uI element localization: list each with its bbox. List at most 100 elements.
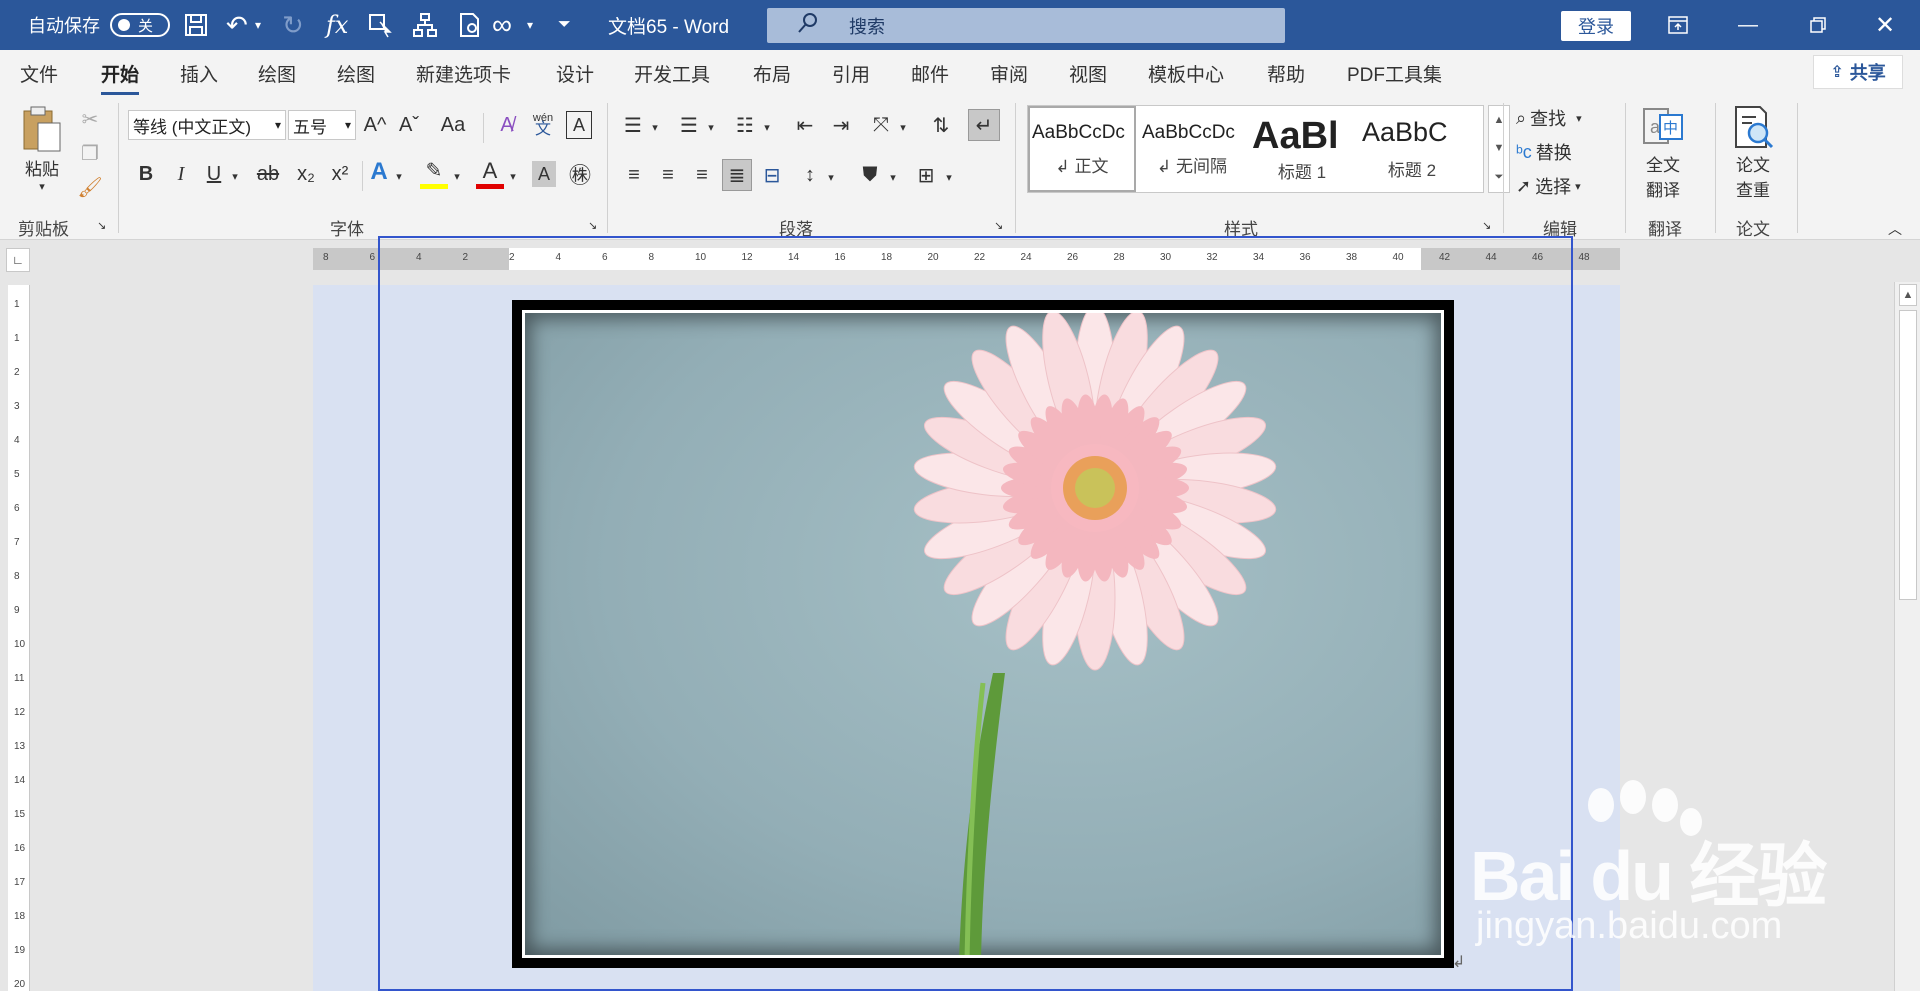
tab-draw[interactable]: 绘图 xyxy=(258,60,296,87)
tab-layout[interactable]: 布局 xyxy=(753,60,791,87)
line-spacing-icon[interactable]: ↕ xyxy=(796,161,824,189)
select-button[interactable]: ➚ 选择 ▾ xyxy=(1516,173,1581,199)
tab-new-tab[interactable]: 新建选项卡 xyxy=(416,60,511,87)
minimize-icon[interactable]: — xyxy=(1713,0,1783,50)
tab-template-center[interactable]: 模板中心 xyxy=(1148,60,1224,87)
clipboard-launcher-icon[interactable]: ↘ xyxy=(97,219,106,232)
bullets-icon[interactable]: ☰ xyxy=(618,111,648,139)
text-effects-icon[interactable]: A xyxy=(366,157,392,187)
decrease-indent-icon[interactable]: ⇤ xyxy=(790,111,820,139)
multilevel-dropdown-icon[interactable]: ▾ xyxy=(760,113,774,141)
subscript-button[interactable]: x₂ xyxy=(292,159,320,189)
clear-formatting-icon[interactable]: A̸ xyxy=(494,111,520,139)
paragraph-launcher-icon[interactable]: ↘ xyxy=(994,219,1003,232)
text-effects-dropdown-icon[interactable]: ▾ xyxy=(392,161,406,191)
font-color-icon[interactable]: A xyxy=(476,157,504,189)
org-chart-icon[interactable] xyxy=(412,0,438,50)
bullets-dropdown-icon[interactable]: ▾ xyxy=(648,113,662,141)
underline-button[interactable]: U xyxy=(202,159,226,189)
login-button[interactable]: 登录 xyxy=(1561,11,1631,41)
vertical-ruler[interactable]: 1 1 2 3 4 5 6 7 8 9 10 11 12 13 14 15 16 17 18 19 20 xyxy=(8,285,30,991)
styles-scroll[interactable]: ▲ ▼ ⏷ xyxy=(1488,105,1510,193)
tab-draw-2[interactable]: 绘图 xyxy=(337,60,375,87)
font-color-dropdown-icon[interactable]: ▾ xyxy=(506,161,520,191)
enclose-characters-icon[interactable]: ㊑ xyxy=(566,159,594,189)
align-left-icon[interactable]: ≡ xyxy=(620,161,648,189)
autosave-switch[interactable]: 关 xyxy=(110,13,170,37)
paper-check-button[interactable]: 论文 查重 xyxy=(1730,105,1776,201)
style-normal[interactable]: AaBbCcDc ↲ 正文 xyxy=(1028,106,1136,192)
multilevel-list-icon[interactable]: ☷ xyxy=(730,111,760,139)
strikethrough-button[interactable]: ab xyxy=(254,159,282,189)
close-icon[interactable]: ✕ xyxy=(1850,0,1920,50)
paste-button[interactable]: 粘贴 ▾ xyxy=(20,105,64,193)
cut-icon[interactable]: ✂ xyxy=(78,107,102,131)
shading-icon[interactable]: ⛊ xyxy=(856,161,884,189)
justify-icon[interactable]: ≣ xyxy=(722,159,752,191)
ribbon-display-icon[interactable] xyxy=(1643,0,1713,50)
tab-selector-icon[interactable]: ∟ xyxy=(6,248,30,272)
infinity-icon[interactable]: ∞ xyxy=(492,0,512,50)
vertical-scrollbar[interactable]: ▲ xyxy=(1894,282,1920,991)
tab-help[interactable]: 帮助 xyxy=(1267,60,1305,87)
scroll-thumb[interactable] xyxy=(1899,310,1917,600)
phonetic-guide-icon[interactable]: wén 文 xyxy=(528,107,558,141)
font-size-dropdown[interactable]: 五号 ▾ xyxy=(288,110,356,140)
tab-review[interactable]: 审阅 xyxy=(990,60,1028,87)
find-button[interactable]: ⌕ 查找 ▾ xyxy=(1516,105,1582,131)
infinity-dropdown-icon[interactable]: ▾ xyxy=(527,0,533,50)
save-icon[interactable] xyxy=(183,0,209,50)
tab-file[interactable]: 文件 xyxy=(20,60,58,87)
italic-button[interactable]: I xyxy=(169,159,193,189)
style-heading-1[interactable]: AaBl 标题 1 xyxy=(1248,106,1356,192)
tab-design[interactable]: 设计 xyxy=(556,60,594,87)
share-button[interactable]: ⇪ 共享 xyxy=(1813,55,1903,89)
highlight-dropdown-icon[interactable]: ▾ xyxy=(450,161,464,191)
align-right-icon[interactable]: ≡ xyxy=(688,161,716,189)
replace-button[interactable]: ᵇc 替换 xyxy=(1516,139,1572,165)
style-heading-2[interactable]: AaBbC 标题 2 xyxy=(1358,106,1466,192)
bold-button[interactable]: B xyxy=(134,159,158,189)
restore-icon[interactable] xyxy=(1783,0,1853,50)
borders-icon[interactable]: ⊞ xyxy=(912,161,940,189)
undo-dropdown-icon[interactable]: ▾ xyxy=(255,0,261,50)
style-no-spacing[interactable]: AaBbCcDc ↲ 无间隔 xyxy=(1138,106,1246,192)
underline-dropdown-icon[interactable]: ▾ xyxy=(228,161,242,191)
copy-icon[interactable]: ❐ xyxy=(78,141,102,165)
tab-insert[interactable]: 插入 xyxy=(180,60,218,87)
chinese-layout-dropdown-icon[interactable]: ▾ xyxy=(896,113,910,141)
tab-developer[interactable]: 开发工具 xyxy=(634,60,710,87)
collapse-ribbon-icon[interactable]: ︿ xyxy=(1888,219,1902,239)
search-box[interactable]: 搜索 xyxy=(767,8,1285,43)
customize-toolbar-icon[interactable]: ⏷ xyxy=(558,0,571,50)
formula-icon[interactable]: fx xyxy=(326,0,348,50)
highlight-icon[interactable]: ✎ xyxy=(420,157,448,189)
numbering-icon[interactable]: ☰ xyxy=(674,111,704,139)
font-launcher-icon[interactable]: ↘ xyxy=(588,219,597,232)
document-search-icon[interactable] xyxy=(457,0,483,50)
change-case-icon[interactable]: Aa xyxy=(434,111,472,139)
chinese-layout-icon[interactable]: ⤧ xyxy=(866,111,896,139)
tab-view[interactable]: 视图 xyxy=(1069,60,1107,87)
shading-dropdown-icon[interactable]: ▾ xyxy=(886,163,900,191)
tab-references[interactable]: 引用 xyxy=(832,60,870,87)
scroll-up-icon[interactable]: ▲ xyxy=(1899,284,1917,306)
superscript-button[interactable]: x² xyxy=(326,159,354,189)
increase-indent-icon[interactable]: ⇥ xyxy=(826,111,856,139)
numbering-dropdown-icon[interactable]: ▾ xyxy=(704,113,718,141)
borders-dropdown-icon[interactable]: ▾ xyxy=(942,163,956,191)
select-objects-icon[interactable] xyxy=(368,0,394,50)
grow-font-icon[interactable]: A^ xyxy=(362,111,388,139)
tab-mailings[interactable]: 邮件 xyxy=(911,60,949,87)
shrink-font-icon[interactable]: Aˇ xyxy=(396,111,422,139)
format-painter-icon[interactable]: 🖌 xyxy=(77,175,102,199)
font-name-dropdown[interactable]: 等线 (中文正文) ▾ xyxy=(128,110,286,140)
styles-launcher-icon[interactable]: ↘ xyxy=(1482,219,1491,232)
full-translate-button[interactable]: a中 全文 翻译 xyxy=(1640,105,1686,201)
undo-icon[interactable]: ↶ xyxy=(226,0,248,50)
character-border-icon[interactable]: A xyxy=(566,111,592,139)
tab-home[interactable]: 开始 xyxy=(101,60,140,95)
sort-icon[interactable]: ⇅ xyxy=(926,111,956,139)
align-center-icon[interactable]: ≡ xyxy=(654,161,682,189)
paste-dropdown-icon[interactable]: ▾ xyxy=(39,180,45,193)
